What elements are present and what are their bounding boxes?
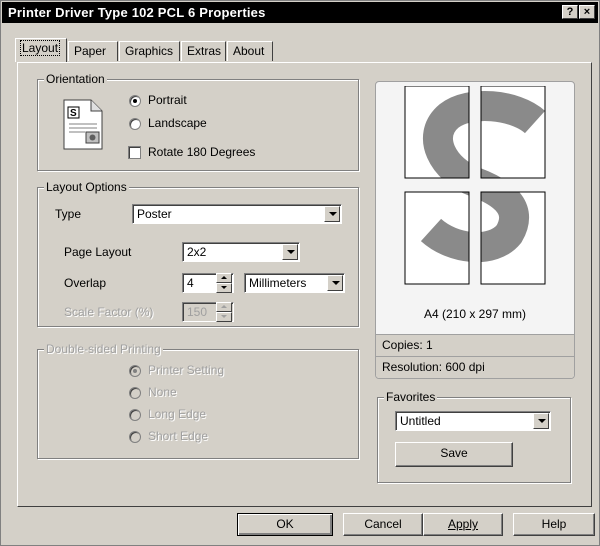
poster-preview-image <box>403 86 549 296</box>
apply-button[interactable]: Apply <box>423 513 503 536</box>
type-select[interactable]: Poster <box>132 204 342 224</box>
portrait-label: Portrait <box>148 93 187 107</box>
scale-factor-stepper[interactable] <box>216 302 232 322</box>
copies-info: Copies: 1 <box>376 334 574 356</box>
overlap-label: Overlap <box>64 276 107 290</box>
orientation-title: Orientation <box>44 72 107 86</box>
help-button[interactable]: Help <box>513 513 595 536</box>
tab-extras[interactable]: Extras <box>181 41 226 61</box>
rotate-180-label: Rotate 180 Degrees <box>148 145 256 159</box>
short-edge-radio[interactable] <box>129 431 141 443</box>
title-bar: Printer Driver Type 102 PCL 6 Properties… <box>2 2 598 23</box>
page-layout-label: Page Layout <box>64 245 132 259</box>
none-label: None <box>148 385 177 399</box>
overlap-stepper[interactable] <box>216 273 232 293</box>
layout-options-title: Layout Options <box>44 180 129 194</box>
favorites-title: Favorites <box>384 390 438 404</box>
portrait-document-icon: S <box>63 99 103 150</box>
paper-size-label: A4 (210 x 297 mm) <box>423 307 527 321</box>
svg-text:S: S <box>70 108 77 119</box>
tab-layout[interactable]: Layout <box>15 38 67 62</box>
long-edge-radio[interactable] <box>129 409 141 421</box>
favorites-group: Favorites <box>377 390 571 483</box>
printer-setting-radio[interactable] <box>129 365 141 377</box>
ok-button[interactable]: OK <box>237 513 333 536</box>
landscape-label: Landscape <box>148 116 207 130</box>
rotate-180-checkbox[interactable] <box>128 146 141 159</box>
page-preview: A4 (210 x 297 mm) Copies: 1 Resolution: … <box>375 81 575 379</box>
type-label: Type <box>55 207 82 221</box>
scale-factor-label: Scale Factor (%) <box>64 305 154 319</box>
long-edge-label: Long Edge <box>148 407 207 421</box>
landscape-radio[interactable] <box>129 118 141 130</box>
short-edge-label: Short Edge <box>148 429 209 443</box>
chevron-down-icon[interactable] <box>327 275 343 291</box>
resolution-info: Resolution: 600 dpi <box>376 356 574 378</box>
help-icon[interactable]: ? <box>562 5 578 19</box>
none-radio[interactable] <box>129 387 141 399</box>
chevron-down-icon[interactable] <box>533 413 549 429</box>
tab-paper[interactable]: Paper <box>68 41 118 61</box>
printer-setting-label: Printer Setting <box>148 363 225 377</box>
portrait-radio[interactable] <box>129 95 141 107</box>
chevron-down-icon[interactable] <box>282 244 298 260</box>
window-title: Printer Driver Type 102 PCL 6 Properties <box>8 5 266 20</box>
tab-about[interactable]: About <box>227 41 273 61</box>
save-favorite-button[interactable]: Save <box>395 442 513 467</box>
cancel-button[interactable]: Cancel <box>343 513 423 536</box>
double-sided-title: Double-sided Printing <box>44 342 163 356</box>
properties-dialog: Printer Driver Type 102 PCL 6 Properties… <box>0 0 600 546</box>
close-icon[interactable]: × <box>579 5 595 19</box>
tab-graphics[interactable]: Graphics <box>119 41 180 61</box>
chevron-down-icon[interactable] <box>324 206 340 222</box>
favorites-select[interactable]: Untitled <box>395 411 551 431</box>
